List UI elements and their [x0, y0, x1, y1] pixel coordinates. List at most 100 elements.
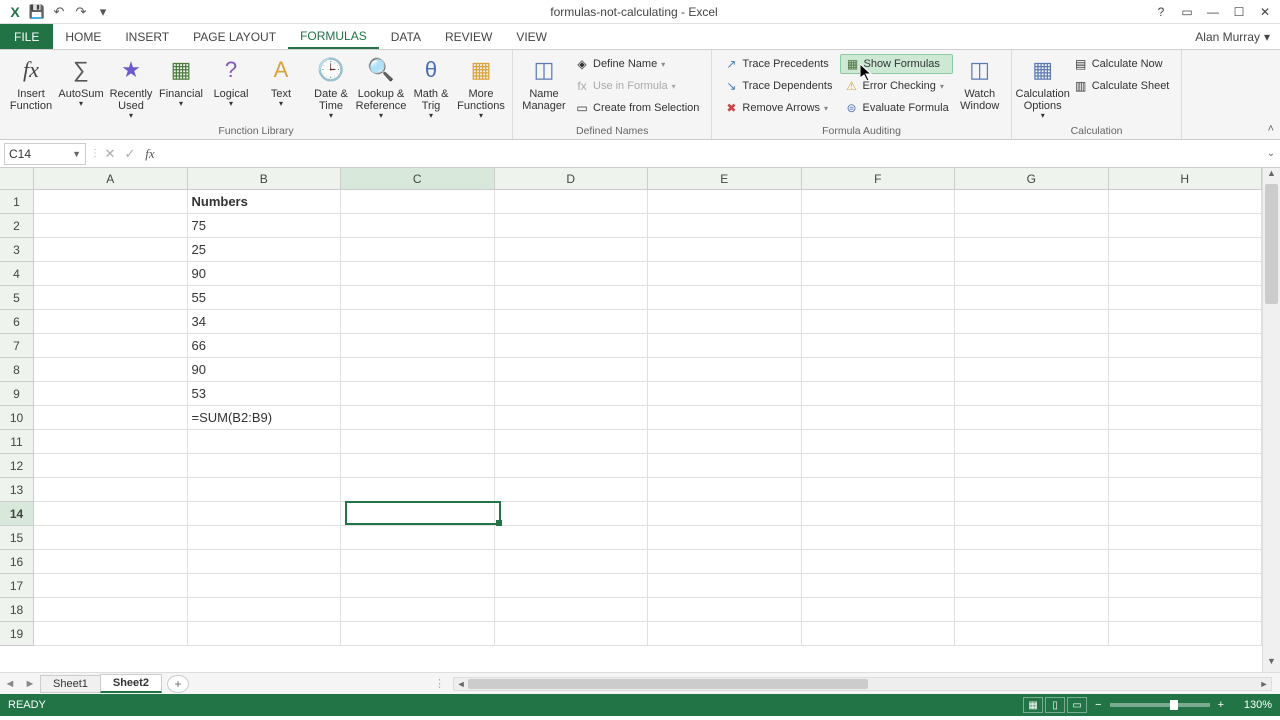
cell[interactable] — [802, 310, 956, 334]
cell[interactable] — [1109, 262, 1263, 286]
cell[interactable] — [34, 526, 188, 550]
cell[interactable] — [341, 262, 495, 286]
cell[interactable] — [955, 598, 1109, 622]
vscroll-track[interactable] — [1263, 184, 1280, 656]
cell[interactable] — [495, 190, 649, 214]
cell[interactable] — [341, 598, 495, 622]
cell[interactable] — [802, 598, 956, 622]
save-icon[interactable]: 💾 — [28, 3, 46, 21]
cell[interactable] — [1109, 334, 1263, 358]
cell[interactable] — [341, 454, 495, 478]
cell[interactable] — [1109, 190, 1263, 214]
cell[interactable] — [955, 334, 1109, 358]
tab-formulas[interactable]: FORMULAS — [288, 24, 379, 49]
cell[interactable] — [648, 310, 802, 334]
cell[interactable] — [955, 454, 1109, 478]
cell[interactable] — [955, 382, 1109, 406]
cell[interactable] — [648, 454, 802, 478]
create-from-selection-button[interactable]: ▭Create from Selection — [571, 98, 703, 118]
cell[interactable] — [188, 574, 342, 598]
error-checking-button[interactable]: ⚠Error Checking ▾ — [840, 76, 952, 96]
cell[interactable] — [802, 454, 956, 478]
row-header[interactable]: 10 — [0, 406, 34, 430]
cell[interactable] — [1109, 310, 1263, 334]
name-box[interactable]: C14▼ — [4, 143, 86, 165]
name-manager-button[interactable]: ◫Name Manager — [519, 52, 569, 114]
row-header[interactable]: 12 — [0, 454, 34, 478]
col-header[interactable]: C — [341, 168, 495, 190]
page-break-view-icon[interactable]: ▭ — [1067, 697, 1087, 713]
row-header[interactable]: 9 — [0, 382, 34, 406]
col-header[interactable]: A — [34, 168, 188, 190]
cell[interactable] — [802, 526, 956, 550]
file-tab[interactable]: FILE — [0, 24, 53, 49]
sheet-nav-prev-icon[interactable]: ◄ — [0, 678, 20, 690]
cell[interactable] — [955, 622, 1109, 646]
cell[interactable] — [188, 430, 342, 454]
cell[interactable] — [648, 478, 802, 502]
cell[interactable] — [341, 358, 495, 382]
zoom-out-icon[interactable]: − — [1095, 699, 1101, 711]
cell[interactable] — [648, 430, 802, 454]
cell[interactable] — [802, 190, 956, 214]
formula-input[interactable] — [160, 143, 1262, 165]
formula-expand-icon[interactable]: ⌄ — [1262, 148, 1280, 159]
cell[interactable] — [1109, 574, 1263, 598]
cell[interactable] — [34, 286, 188, 310]
cell[interactable] — [648, 622, 802, 646]
scroll-up-icon[interactable]: ▲ — [1263, 168, 1280, 184]
cell[interactable] — [34, 406, 188, 430]
cell[interactable]: 90 — [188, 262, 342, 286]
zoom-slider[interactable] — [1110, 703, 1210, 707]
row-header[interactable]: 13 — [0, 478, 34, 502]
cell[interactable] — [341, 238, 495, 262]
cell[interactable] — [802, 286, 956, 310]
cell[interactable] — [1109, 454, 1263, 478]
normal-view-icon[interactable]: ▦ — [1023, 697, 1043, 713]
sheet-tab-sheet2[interactable]: Sheet2 — [100, 674, 162, 693]
cell[interactable] — [1109, 358, 1263, 382]
cell[interactable] — [955, 550, 1109, 574]
cell[interactable] — [648, 550, 802, 574]
cell[interactable]: 75 — [188, 214, 342, 238]
row-header[interactable]: 6 — [0, 310, 34, 334]
row-header[interactable]: 15 — [0, 526, 34, 550]
define-name-button[interactable]: ◈Define Name ▾ — [571, 54, 703, 74]
cell[interactable] — [188, 526, 342, 550]
date-time-button[interactable]: 🕒Date & Time▾ — [306, 52, 356, 123]
cell[interactable] — [648, 526, 802, 550]
cell[interactable] — [34, 382, 188, 406]
cell[interactable]: 25 — [188, 238, 342, 262]
redo-icon[interactable]: ↷ — [72, 3, 90, 21]
cell[interactable] — [495, 430, 649, 454]
row-header[interactable]: 4 — [0, 262, 34, 286]
hscroll-track[interactable]: ◄ ► — [453, 677, 1272, 691]
row-header[interactable]: 19 — [0, 622, 34, 646]
row-header[interactable]: 16 — [0, 550, 34, 574]
cell[interactable] — [34, 478, 188, 502]
cell[interactable] — [34, 622, 188, 646]
cell[interactable] — [1109, 238, 1263, 262]
row-header[interactable]: 14 — [0, 502, 34, 526]
cell[interactable] — [1109, 526, 1263, 550]
cell[interactable] — [802, 382, 956, 406]
cell[interactable] — [1109, 622, 1263, 646]
cell[interactable] — [34, 310, 188, 334]
cell[interactable] — [802, 574, 956, 598]
cell[interactable] — [341, 550, 495, 574]
cell[interactable] — [802, 262, 956, 286]
qat-more-icon[interactable]: ▾ — [94, 3, 112, 21]
cell[interactable] — [802, 622, 956, 646]
sheet-tab-sheet1[interactable]: Sheet1 — [40, 675, 101, 693]
insert-function-button[interactable]: fxInsert Function — [6, 52, 56, 114]
cell[interactable] — [802, 214, 956, 238]
col-header[interactable]: E — [648, 168, 802, 190]
cell[interactable]: 55 — [188, 286, 342, 310]
cell[interactable] — [648, 358, 802, 382]
cell[interactable] — [1109, 478, 1263, 502]
cell[interactable] — [1109, 598, 1263, 622]
cell[interactable] — [648, 382, 802, 406]
scroll-left-icon[interactable]: ◄ — [454, 679, 468, 689]
cell[interactable] — [495, 622, 649, 646]
cell[interactable] — [495, 262, 649, 286]
